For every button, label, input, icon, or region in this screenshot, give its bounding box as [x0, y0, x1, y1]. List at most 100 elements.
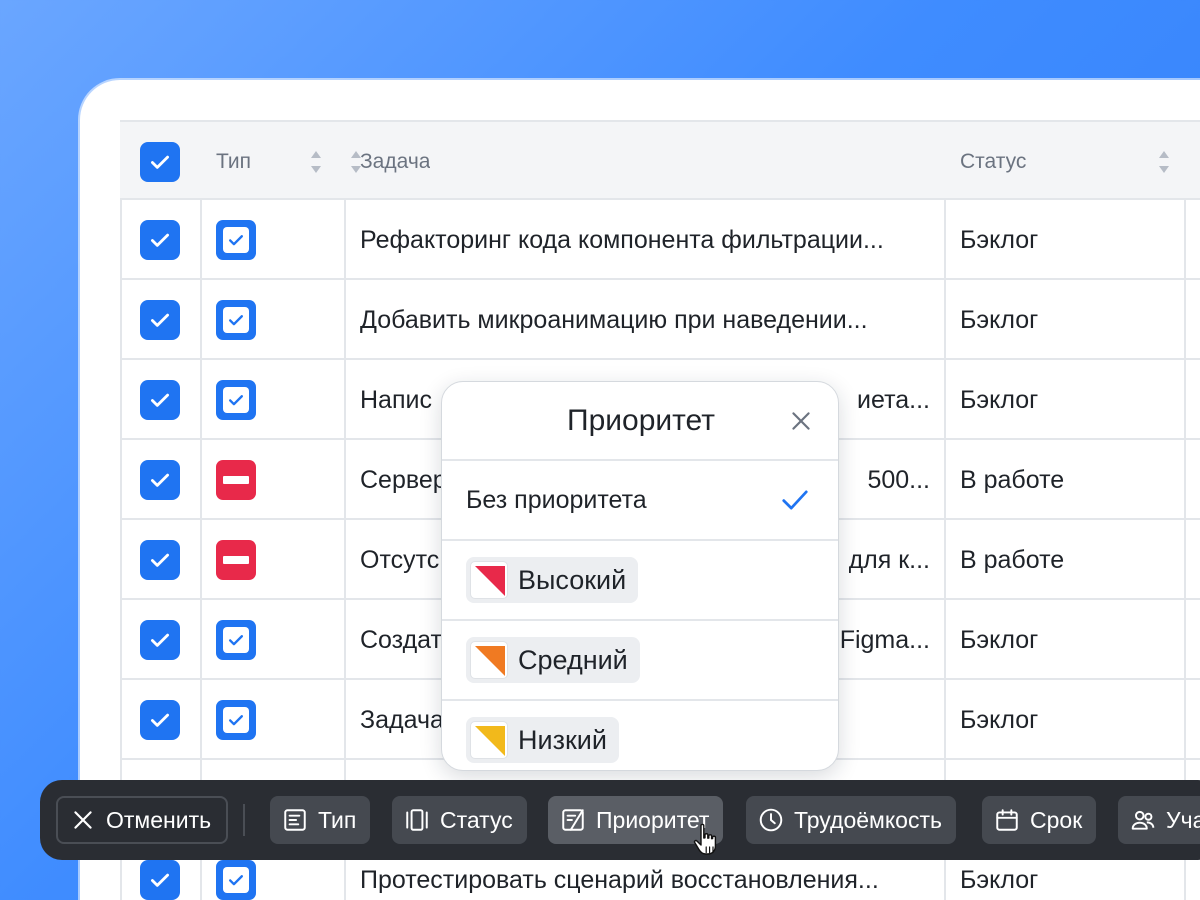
priority-icon — [562, 809, 584, 831]
check-icon — [151, 713, 169, 727]
row-select-cell — [120, 440, 200, 520]
status-value: В работе — [960, 545, 1065, 574]
hand-cursor-icon — [693, 823, 717, 855]
due-date-label: Срок — [1030, 806, 1083, 833]
status-value: Бэклог — [960, 625, 1039, 654]
row-checkbox[interactable] — [140, 380, 180, 420]
popup-title: Приоритет — [567, 404, 715, 437]
task-title-tail: Figma... — [839, 626, 930, 654]
header-select-cell — [120, 122, 200, 202]
status-value: Бэклог — [960, 225, 1039, 254]
clock-icon — [759, 808, 783, 832]
column-header-label: Статус — [960, 150, 1027, 173]
priority-chip-low: Низкий — [466, 717, 619, 763]
row-checkbox[interactable] — [140, 220, 180, 260]
status-value: Бэклог — [960, 865, 1039, 894]
row-checkbox[interactable] — [140, 540, 180, 580]
status-value: Бэклог — [960, 705, 1039, 734]
row-status-cell[interactable]: Бэклог — [944, 600, 1200, 680]
selected-check-icon — [782, 490, 808, 510]
row-select-cell — [120, 520, 200, 600]
row-status-cell[interactable]: Бэклог — [944, 360, 1200, 440]
task-type-icon — [216, 620, 256, 660]
task-type-icon — [216, 380, 256, 420]
priority-option-medium[interactable]: Средний — [442, 619, 838, 699]
columns-icon — [406, 809, 428, 831]
row-task-cell[interactable]: Добавить микроанимацию при наведении... — [344, 280, 944, 360]
check-icon — [151, 233, 169, 247]
check-icon — [151, 633, 169, 647]
row-type-cell — [200, 520, 344, 600]
cancel-label: Отменить — [106, 806, 212, 833]
row-select-cell — [120, 200, 200, 280]
row-type-cell — [200, 360, 344, 440]
task-title-tail: для к... — [848, 546, 930, 574]
task-type-icon — [216, 300, 256, 340]
row-checkbox[interactable] — [140, 460, 180, 500]
priority-chip-medium: Средний — [466, 637, 640, 683]
priority-medium-icon — [470, 641, 508, 679]
sort-icon[interactable] — [350, 151, 922, 173]
priority-option-label: Низкий — [518, 724, 607, 755]
row-select-cell — [120, 280, 200, 360]
column-header-task[interactable]: Задача — [344, 122, 944, 202]
row-task-cell[interactable]: Рефакторинг кода компонента фильтрации..… — [344, 200, 944, 280]
bug-type-icon — [216, 460, 256, 500]
task-title: Добавить микроанимацию при наведении... — [360, 305, 868, 334]
priority-option-label: Без приоритета — [466, 485, 647, 514]
task-title-tail: 500... — [867, 466, 930, 494]
status-button[interactable]: Статус — [392, 796, 527, 844]
toolbar-divider — [243, 804, 245, 836]
status-value: Бэклог — [960, 305, 1039, 334]
type-button[interactable]: Тип — [270, 796, 371, 844]
status-value: Бэклог — [960, 385, 1039, 414]
close-icon[interactable] — [788, 408, 814, 434]
sort-icon[interactable] — [1158, 151, 1170, 173]
column-header-type[interactable]: Тип — [200, 122, 344, 202]
table-row[interactable]: Добавить микроанимацию при наведении... Б… — [120, 280, 1200, 360]
users-icon — [1131, 810, 1155, 830]
sort-icon[interactable] — [310, 151, 322, 173]
priority-option-label: Высокий — [518, 564, 627, 595]
priority-option-low[interactable]: Низкий — [442, 699, 838, 779]
check-icon — [151, 873, 169, 887]
row-select-cell — [120, 600, 200, 680]
effort-button[interactable]: Трудоёмкость — [746, 796, 956, 844]
row-type-cell — [200, 280, 344, 360]
status-value: В работе — [960, 465, 1065, 494]
table-header: Тип Задача Статус — [120, 120, 1200, 200]
cancel-button[interactable]: Отменить — [56, 796, 228, 844]
row-status-cell[interactable]: В работе — [944, 520, 1200, 600]
task-title: Рефакторинг кода компонента фильтрации..… — [360, 225, 884, 254]
row-checkbox[interactable] — [140, 620, 180, 660]
table-row[interactable]: Рефакторинг кода компонента фильтрации..… — [120, 200, 1200, 280]
row-checkbox[interactable] — [140, 300, 180, 340]
type-label: Тип — [318, 806, 357, 833]
priority-option-none[interactable]: Без приоритета — [442, 459, 838, 539]
priority-popup: Приоритет Без приоритета Высокий Средний… — [441, 381, 839, 771]
row-checkbox[interactable] — [140, 860, 180, 900]
priority-option-label: Средний — [518, 644, 628, 675]
participants-button[interactable]: Уча — [1118, 796, 1200, 844]
row-status-cell[interactable]: В работе — [944, 440, 1200, 520]
row-status-cell[interactable]: Бэклог — [944, 200, 1200, 280]
column-header-status[interactable]: Статус — [944, 122, 1200, 202]
task-type-icon — [216, 700, 256, 740]
select-all-checkbox[interactable] — [140, 142, 180, 182]
effort-label: Трудоёмкость — [794, 806, 942, 833]
row-status-cell[interactable]: Бэклог — [944, 280, 1200, 360]
task-title-tail: иета... — [857, 386, 930, 414]
bug-type-icon — [216, 540, 256, 580]
priority-option-high[interactable]: Высокий — [442, 539, 838, 619]
priority-low-icon — [470, 721, 508, 759]
due-date-button[interactable]: Срок — [982, 796, 1097, 844]
status-label: Статус — [440, 806, 513, 833]
row-type-cell — [200, 600, 344, 680]
row-select-cell — [120, 360, 200, 440]
row-type-cell — [200, 440, 344, 520]
priority-high-icon — [470, 561, 508, 599]
row-status-cell[interactable]: Бэклог — [944, 680, 1200, 760]
row-select-cell — [120, 680, 200, 760]
row-checkbox[interactable] — [140, 700, 180, 740]
calendar-icon — [996, 809, 1018, 831]
